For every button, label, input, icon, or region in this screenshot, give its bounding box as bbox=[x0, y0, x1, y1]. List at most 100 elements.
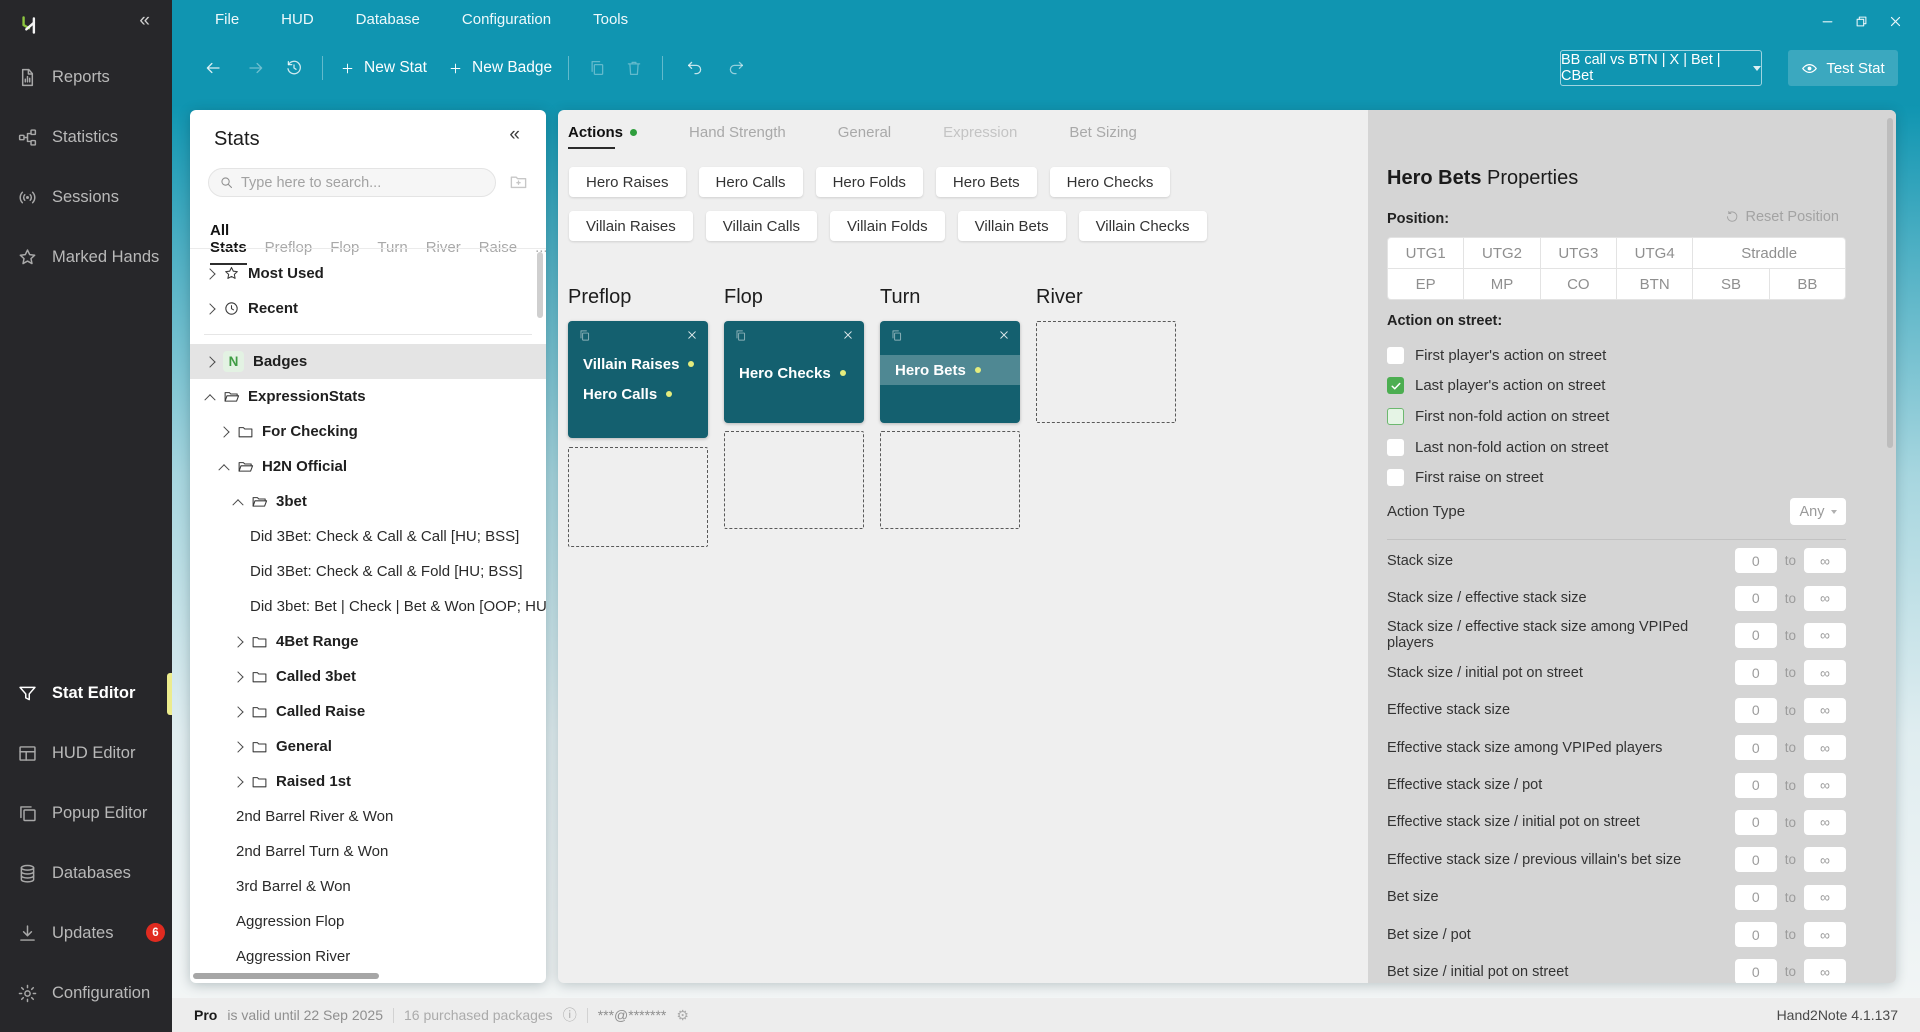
range-from-input[interactable]: 0 bbox=[1735, 660, 1777, 685]
sidebar-item-configuration[interactable]: Configuration bbox=[0, 972, 172, 1014]
empty-action-slot[interactable] bbox=[880, 431, 1020, 529]
tree-item[interactable]: Called Raise bbox=[190, 694, 546, 729]
tab-hand-strength[interactable]: Hand Strength bbox=[689, 114, 786, 153]
tree-item[interactable]: ExpressionStats bbox=[190, 379, 546, 414]
tree-item[interactable]: Aggression River bbox=[190, 939, 546, 974]
checkbox-partial[interactable] bbox=[1387, 408, 1404, 425]
sidebar-item-updates[interactable]: Updates6 bbox=[0, 912, 172, 954]
action-card[interactable]: Villain RaisesHero Calls bbox=[568, 321, 708, 438]
sidebar-item-hud-editor[interactable]: HUD Editor bbox=[0, 732, 172, 774]
new-badge-button[interactable]: New Badge bbox=[448, 54, 552, 82]
close-icon[interactable] bbox=[998, 329, 1010, 341]
checkbox-unchecked[interactable] bbox=[1387, 439, 1404, 456]
tab-bet-sizing[interactable]: Bet Sizing bbox=[1069, 114, 1137, 153]
tree-item[interactable]: 4Bet Range bbox=[190, 624, 546, 659]
menu-file[interactable]: File bbox=[215, 11, 239, 28]
checkbox-unchecked[interactable] bbox=[1387, 469, 1404, 486]
sidebar-item-marked-hands[interactable]: Marked Hands bbox=[0, 236, 172, 278]
empty-action-slot[interactable] bbox=[1036, 321, 1176, 423]
range-to-input[interactable]: ∞ bbox=[1804, 959, 1846, 983]
tree-item[interactable]: General bbox=[190, 729, 546, 764]
range-to-input[interactable]: ∞ bbox=[1804, 735, 1846, 760]
card-action-hero-calls[interactable]: Hero Calls bbox=[568, 379, 708, 409]
tree-item[interactable]: Raised 1st bbox=[190, 764, 546, 799]
stats-panel-collapse-button[interactable]: « bbox=[509, 124, 520, 146]
back-button[interactable] bbox=[199, 54, 227, 82]
tab-actions[interactable]: Actions bbox=[568, 114, 637, 153]
tree-item[interactable]: 2nd Barrel Turn & Won bbox=[190, 834, 546, 869]
duplicate-icon[interactable] bbox=[890, 329, 903, 342]
tab-general[interactable]: General bbox=[838, 114, 891, 153]
tab-expression[interactable]: Expression bbox=[943, 114, 1017, 153]
menu-database[interactable]: Database bbox=[356, 11, 420, 28]
range-from-input[interactable]: 0 bbox=[1735, 773, 1777, 798]
action-chip-villain-calls[interactable]: Villain Calls bbox=[706, 211, 817, 241]
position-straddle[interactable]: Straddle bbox=[1693, 238, 1845, 268]
empty-action-slot[interactable] bbox=[724, 431, 864, 529]
action-card[interactable]: Hero Checks bbox=[724, 321, 864, 423]
range-from-input[interactable]: 0 bbox=[1735, 735, 1777, 760]
range-from-input[interactable]: 0 bbox=[1735, 586, 1777, 611]
tree-item[interactable]: Most Used bbox=[190, 256, 546, 291]
empty-action-slot[interactable] bbox=[568, 447, 708, 547]
range-from-input[interactable]: 0 bbox=[1735, 548, 1777, 573]
action-chip-hero-folds[interactable]: Hero Folds bbox=[816, 167, 923, 197]
action-chip-hero-calls[interactable]: Hero Calls bbox=[699, 167, 803, 197]
range-from-input[interactable]: 0 bbox=[1735, 698, 1777, 723]
stat-preset-dropdown[interactable]: BB call vs BTN | X | Bet | CBet bbox=[1560, 50, 1762, 86]
tree-item[interactable]: Did 3bet: Bet | Check | Bet & Won [OOP; … bbox=[190, 589, 546, 624]
minimize-button[interactable] bbox=[1810, 8, 1844, 34]
menu-configuration[interactable]: Configuration bbox=[462, 11, 551, 28]
range-from-input[interactable]: 0 bbox=[1735, 847, 1777, 872]
range-to-input[interactable]: ∞ bbox=[1804, 623, 1846, 648]
action-chip-hero-raises[interactable]: Hero Raises bbox=[569, 167, 686, 197]
range-to-input[interactable]: ∞ bbox=[1804, 548, 1846, 573]
range-to-input[interactable]: ∞ bbox=[1804, 660, 1846, 685]
close-button[interactable] bbox=[1878, 8, 1912, 34]
tree-item[interactable]: For Checking bbox=[190, 414, 546, 449]
action-card[interactable]: Hero Bets bbox=[880, 321, 1020, 423]
range-from-input[interactable]: 0 bbox=[1735, 922, 1777, 947]
position-sb[interactable]: SB bbox=[1693, 269, 1768, 299]
range-from-input[interactable]: 0 bbox=[1735, 885, 1777, 910]
action-type-dropdown[interactable]: Any bbox=[1790, 498, 1846, 525]
range-to-input[interactable]: ∞ bbox=[1804, 698, 1846, 723]
close-icon[interactable] bbox=[686, 329, 698, 341]
account-settings-icon[interactable]: ⚙ bbox=[676, 1007, 689, 1024]
search-input[interactable] bbox=[241, 175, 471, 191]
action-chip-hero-bets[interactable]: Hero Bets bbox=[936, 167, 1037, 197]
delete-button[interactable] bbox=[620, 54, 648, 82]
sidebar-item-statistics[interactable]: Statistics bbox=[0, 116, 172, 158]
sidebar-item-sessions[interactable]: Sessions bbox=[0, 176, 172, 218]
range-from-input[interactable]: 0 bbox=[1735, 810, 1777, 835]
sidebar-item-popup-editor[interactable]: Popup Editor bbox=[0, 792, 172, 834]
tree-item[interactable]: Called 3bet bbox=[190, 659, 546, 694]
position-bb[interactable]: BB bbox=[1770, 269, 1845, 299]
info-icon[interactable]: ⓘ bbox=[563, 1005, 577, 1025]
new-stat-button[interactable]: New Stat bbox=[340, 54, 427, 82]
tree-item[interactable]: Did 3Bet: Check & Call & Fold [HU; BSS] bbox=[190, 554, 546, 589]
reset-position-button[interactable]: Reset Position bbox=[1725, 209, 1840, 225]
sidebar-item-reports[interactable]: Reports bbox=[0, 56, 172, 98]
action-chip-villain-folds[interactable]: Villain Folds bbox=[830, 211, 945, 241]
new-folder-button[interactable] bbox=[509, 172, 528, 191]
card-action-villain-raises[interactable]: Villain Raises bbox=[568, 349, 708, 379]
tree-item[interactable]: NBadges bbox=[190, 344, 546, 379]
duplicate-icon[interactable] bbox=[578, 329, 591, 342]
card-action-hero-checks[interactable]: Hero Checks bbox=[724, 358, 864, 388]
menu-tools[interactable]: Tools bbox=[593, 11, 628, 28]
tree-vertical-scrollbar[interactable] bbox=[537, 252, 543, 318]
position-utg3[interactable]: UTG3 bbox=[1541, 238, 1616, 268]
range-to-input[interactable]: ∞ bbox=[1804, 586, 1846, 611]
tree-item[interactable]: 3rd Barrel & Won bbox=[190, 869, 546, 904]
checkbox-checked[interactable] bbox=[1387, 377, 1404, 394]
undo-button[interactable] bbox=[681, 54, 709, 82]
checkbox-unchecked[interactable] bbox=[1387, 347, 1404, 364]
position-mp[interactable]: MP bbox=[1464, 269, 1539, 299]
action-chip-hero-checks[interactable]: Hero Checks bbox=[1050, 167, 1171, 197]
test-stat-button[interactable]: Test Stat bbox=[1788, 50, 1898, 86]
menu-hud[interactable]: HUD bbox=[281, 11, 314, 28]
copy-button[interactable] bbox=[583, 54, 611, 82]
sidebar-item-stat-editor[interactable]: Stat Editor bbox=[0, 672, 172, 714]
duplicate-icon[interactable] bbox=[734, 329, 747, 342]
